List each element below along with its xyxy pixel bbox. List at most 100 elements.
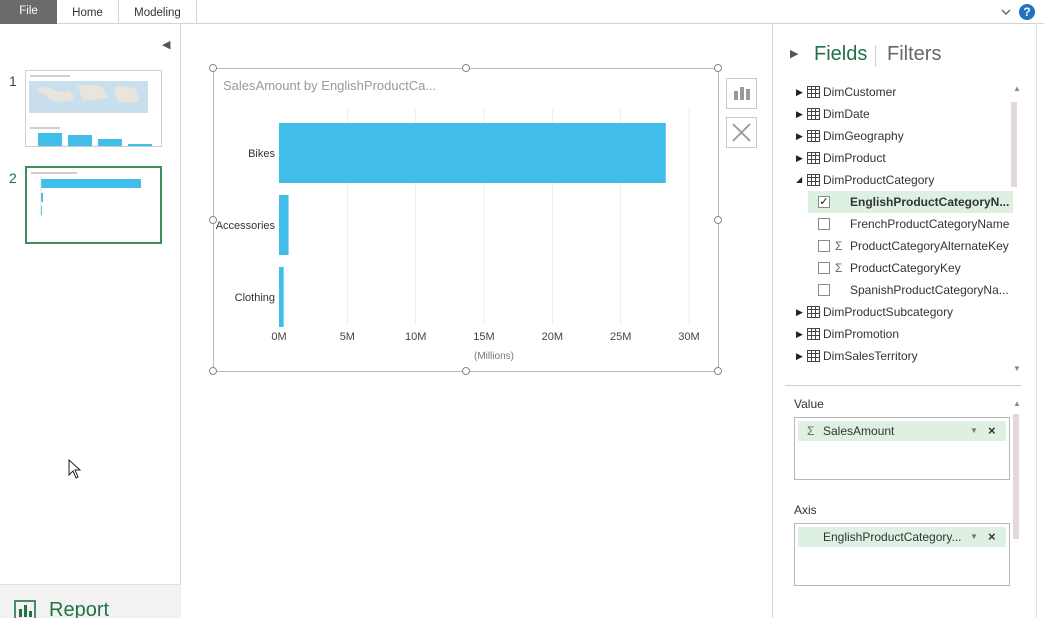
table-icon [807, 152, 820, 164]
field-checkbox[interactable] [818, 218, 830, 230]
ribbon: File Home Modeling ? [0, 0, 1044, 24]
fields-pane: ▶ Fields Filters ▲ ▼ ▶ DimCustomer ▶ Dim… [772, 24, 1036, 618]
field-checkbox[interactable] [818, 240, 830, 252]
bar-bikes [279, 123, 666, 183]
table-icon [807, 350, 820, 362]
report-view-bar[interactable]: Report [0, 584, 181, 618]
report-view-icon [14, 600, 36, 618]
bar-accessories [279, 195, 289, 255]
field-checkbox[interactable] [818, 284, 830, 296]
resize-handle-bottom-right[interactable] [714, 367, 722, 375]
report-canvas: SalesAmount by EnglishProductCa... 0M 5M 1… [68, 24, 772, 618]
x-tick-label: 15M [473, 331, 494, 343]
collapse-arrow-icon[interactable]: ◢ [796, 169, 802, 191]
wells-scrollbar[interactable] [1013, 414, 1019, 539]
bar-chart: 0M 5M 10M 15M 20M 25M 30M Bikes Accessories Cloth… [216, 109, 700, 362]
ribbon-collapse-icon[interactable] [999, 5, 1013, 19]
pages-pane: ◀ 1 2 Report [0, 24, 181, 618]
field-name: EnglishProductCategoryN... [850, 195, 1010, 209]
remove-field-icon[interactable]: × [988, 421, 996, 441]
axis-field-pill[interactable]: EnglishProductCategory... ▼ × [798, 527, 1006, 547]
table-dimgeography[interactable]: ▶ DimGeography [787, 125, 1023, 147]
expand-arrow-icon[interactable]: ▶ [796, 301, 803, 323]
pane-divider [785, 385, 1021, 386]
value-field-pill[interactable]: Σ SalesAmount ▼ × [798, 421, 1006, 441]
resize-handle-bottom[interactable] [462, 367, 470, 375]
close-icon [732, 123, 751, 142]
table-dimproduct[interactable]: ▶ DimProduct [787, 147, 1023, 169]
field-name: FrenchProductCategoryName [850, 217, 1010, 231]
field-checkbox[interactable] [818, 262, 830, 274]
table-name: DimProductSubcategory [823, 305, 954, 319]
page-thumbnail-1[interactable] [25, 70, 162, 147]
help-icon[interactable]: ? [1019, 4, 1035, 20]
change-visualization-button[interactable] [726, 78, 757, 109]
page-thumbnail-2[interactable] [25, 166, 162, 244]
field-checkbox[interactable]: ✓ [818, 196, 830, 208]
x-tick-label: 20M [542, 331, 563, 343]
page-thumbnail-1-preview [29, 75, 152, 146]
expand-arrow-icon[interactable]: ▶ [796, 125, 803, 147]
resize-handle-bottom-left[interactable] [209, 367, 217, 375]
axis-well-label: Axis [794, 503, 817, 517]
remove-field-icon[interactable]: × [988, 527, 996, 547]
table-name: DimPromotion [823, 327, 900, 341]
field-productcategoryalternatekey[interactable]: Σ ProductCategoryAlternateKey [808, 235, 1013, 257]
delete-visual-button[interactable] [726, 117, 757, 148]
collapse-pages-icon[interactable]: ◀ [162, 38, 172, 51]
category-label: Bikes [248, 148, 275, 160]
x-tick-label: 10M [405, 331, 426, 343]
mouse-cursor-icon [68, 459, 82, 479]
table-icon [807, 130, 820, 142]
tab-modeling[interactable]: Modeling [119, 0, 197, 24]
expand-arrow-icon[interactable]: ▶ [796, 323, 803, 345]
resize-handle-top[interactable] [462, 64, 470, 72]
resize-handle-right[interactable] [714, 216, 722, 224]
x-axis-label: (Millions) [474, 351, 514, 362]
value-well-label: Value [794, 397, 824, 411]
table-dimsalesterritory[interactable]: ▶ DimSalesTerritory [787, 345, 1023, 367]
expand-arrow-icon[interactable]: ▶ [796, 147, 803, 169]
window-right-edge [1036, 24, 1044, 618]
field-name: ProductCategoryKey [850, 261, 961, 275]
wells-scroll-up-icon[interactable]: ▲ [1013, 399, 1021, 408]
sigma-icon: Σ [835, 239, 843, 253]
axis-well[interactable]: EnglishProductCategory... ▼ × [794, 523, 1010, 586]
dropdown-icon[interactable]: ▼ [970, 527, 978, 547]
field-productcategorykey[interactable]: Σ ProductCategoryKey [808, 257, 1013, 279]
table-name: DimGeography [823, 129, 904, 143]
table-icon [807, 174, 820, 186]
table-dimdate[interactable]: ▶ DimDate [787, 103, 1023, 125]
x-tick-label: 0M [271, 331, 286, 343]
expand-arrow-icon[interactable]: ▶ [796, 345, 803, 367]
resize-handle-top-right[interactable] [714, 64, 722, 72]
expand-pane-icon[interactable]: ▶ [790, 47, 798, 60]
table-dimcustomer[interactable]: ▶ DimCustomer [787, 81, 1023, 103]
bar-chart-visual[interactable]: SalesAmount by EnglishProductCa... 0M 5M 1… [209, 64, 722, 375]
x-tick-label: 5M [340, 331, 355, 343]
page-thumbnail-2-preview [31, 172, 141, 216]
dropdown-icon[interactable]: ▼ [970, 421, 978, 441]
table-icon [807, 306, 820, 318]
resize-handle-left[interactable] [209, 216, 217, 224]
field-englishproductcategoryname[interactable]: ✓ EnglishProductCategoryN... [808, 191, 1013, 213]
value-well[interactable]: Σ SalesAmount ▼ × [794, 417, 1010, 480]
tab-home[interactable]: Home [57, 0, 119, 24]
table-name: DimProduct [823, 151, 886, 165]
table-dimpromotion[interactable]: ▶ DimPromotion [787, 323, 1023, 345]
table-dimproductsubcategory[interactable]: ▶ DimProductSubcategory [787, 301, 1023, 323]
table-dimproductcategory[interactable]: ◢ DimProductCategory [787, 169, 1023, 191]
field-spanishproductcategoryname[interactable]: SpanishProductCategoryNa... [808, 279, 1013, 301]
x-tick-label: 25M [610, 331, 631, 343]
category-label: Accessories [216, 220, 276, 232]
resize-handle-top-left[interactable] [209, 64, 217, 72]
x-tick-label: 30M [678, 331, 699, 343]
filters-tab[interactable]: Filters [887, 43, 941, 66]
field-frenchproductcategoryname[interactable]: FrenchProductCategoryName [808, 213, 1013, 235]
expand-arrow-icon[interactable]: ▶ [796, 81, 803, 103]
table-icon [807, 86, 820, 98]
fields-tab[interactable]: Fields [814, 43, 867, 66]
table-icon [807, 108, 820, 120]
expand-arrow-icon[interactable]: ▶ [796, 103, 803, 125]
tab-file[interactable]: File [0, 0, 57, 24]
